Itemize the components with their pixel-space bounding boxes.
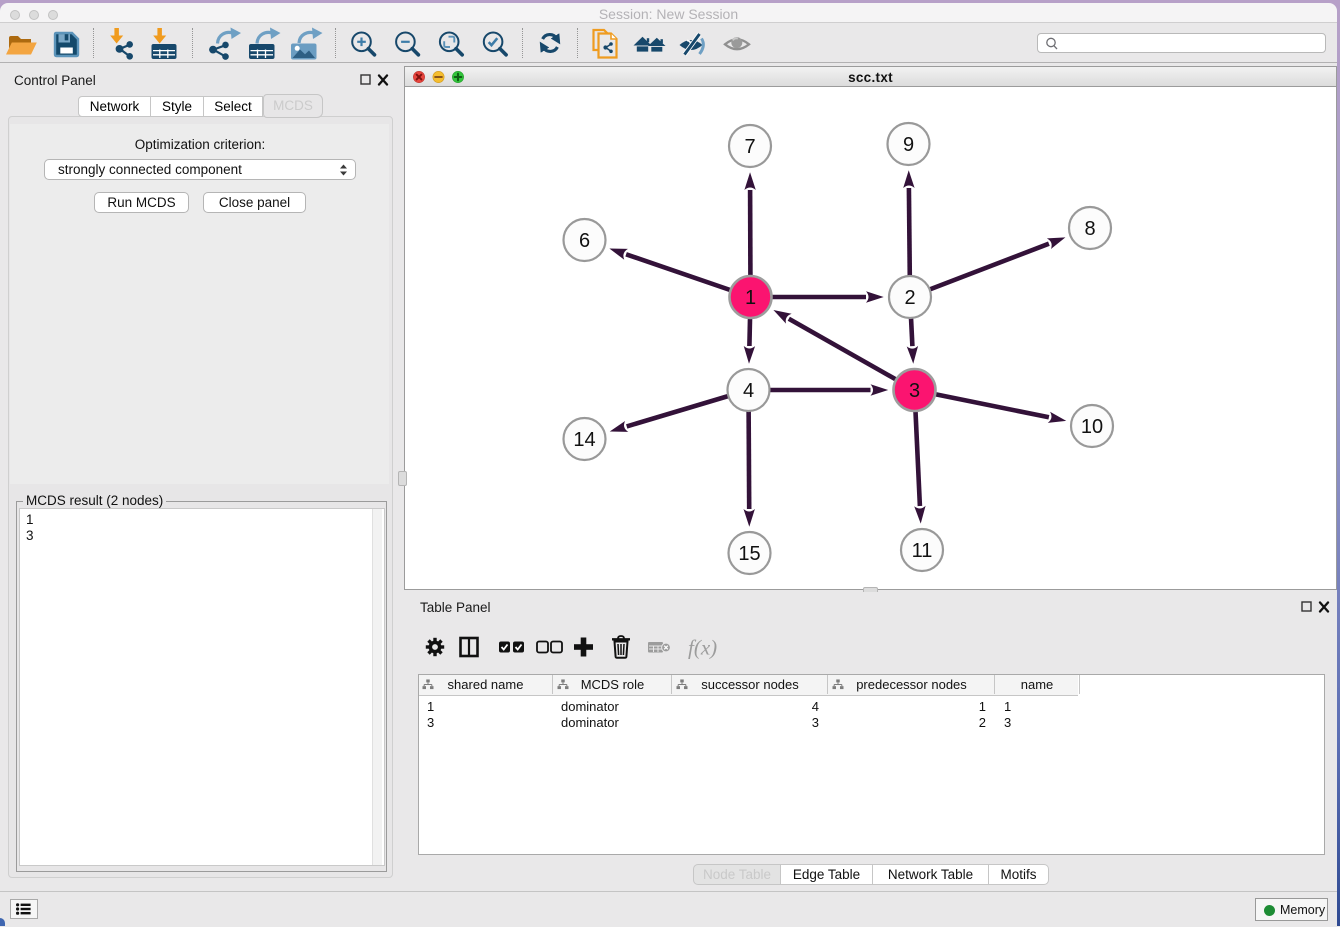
svg-text:7: 7 xyxy=(744,136,755,158)
svg-text:10: 10 xyxy=(1081,416,1103,438)
svg-text:1: 1 xyxy=(745,287,756,309)
svg-text:4: 4 xyxy=(743,380,754,402)
svg-text:2: 2 xyxy=(904,287,915,309)
svg-text:9: 9 xyxy=(903,134,914,156)
svg-text:3: 3 xyxy=(909,380,920,402)
svg-text:15: 15 xyxy=(738,543,760,565)
svg-text:14: 14 xyxy=(573,429,595,451)
svg-text:8: 8 xyxy=(1084,218,1095,240)
svg-text:11: 11 xyxy=(912,540,933,562)
svg-text:f(x): f(x) xyxy=(688,636,717,660)
svg-text:6: 6 xyxy=(579,230,590,252)
